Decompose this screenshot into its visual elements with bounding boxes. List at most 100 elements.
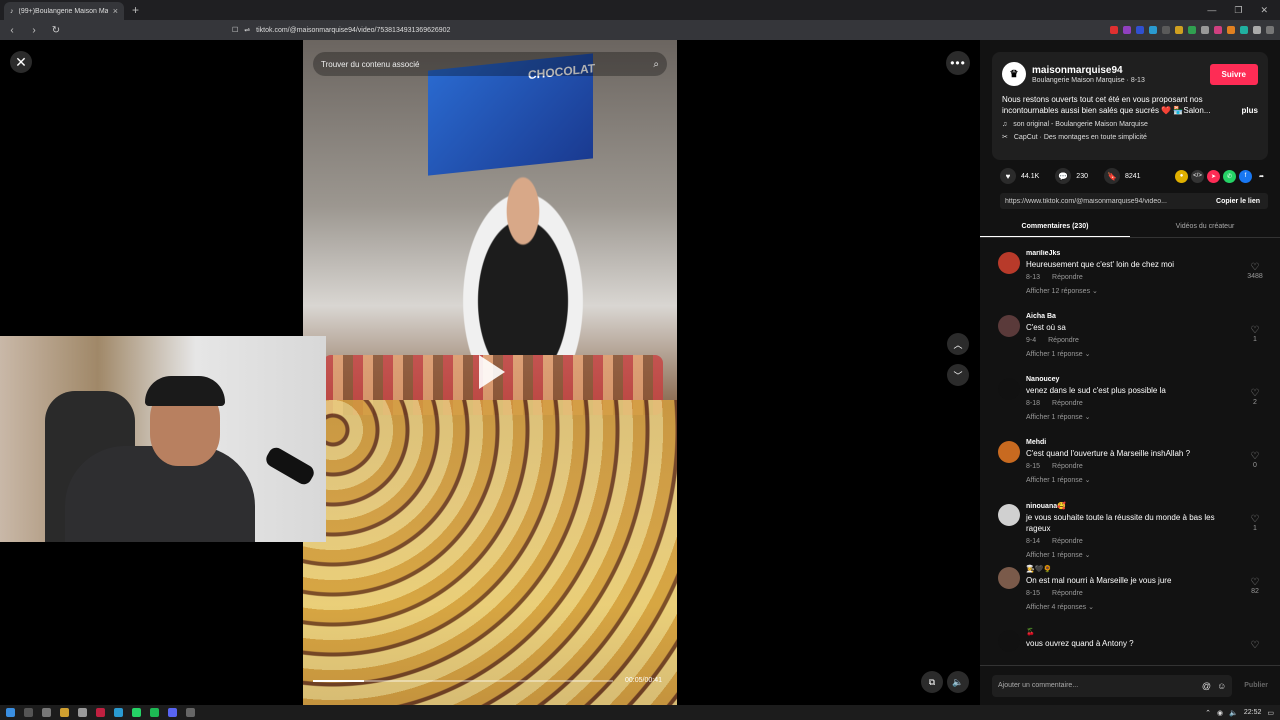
tab-close-icon[interactable]: × <box>113 6 118 16</box>
emoji-icon[interactable]: ☺ <box>1217 681 1226 691</box>
commenter-username[interactable]: Nanoucey <box>1026 376 1272 383</box>
search-icon[interactable] <box>24 708 33 717</box>
extension-icon[interactable] <box>1162 26 1170 34</box>
coin-icon[interactable]: ● <box>1175 169 1188 183</box>
reply-button[interactable]: Répondre <box>1048 337 1079 344</box>
extension-icon[interactable] <box>1149 26 1157 34</box>
show-replies-button[interactable]: Afficher 4 réponses ⌄ <box>1026 603 1272 611</box>
commenter-username[interactable]: 👩‍🍳🖤🌻 <box>1026 565 1272 573</box>
commenter-avatar[interactable] <box>998 504 1020 526</box>
reload-icon[interactable]: ↻ <box>50 25 62 36</box>
comment-like[interactable]: ♡ 1 <box>1242 325 1268 343</box>
commenter-username[interactable]: marilieJks <box>1026 250 1272 257</box>
capcut-row[interactable]: ✂ CapCut · Des montages en toute simplic… <box>1002 133 1258 142</box>
show-replies-button[interactable]: Afficher 1 réponse ⌄ <box>1026 350 1272 358</box>
close-video-button[interactable]: ✕ <box>10 51 32 73</box>
mention-icon[interactable]: @ <box>1202 681 1211 691</box>
close-window-button[interactable]: ✕ <box>1260 5 1268 16</box>
bookmark-icon[interactable]: ☐ <box>232 26 238 34</box>
pip-button[interactable]: ⧉ <box>921 671 943 693</box>
comment-like[interactable]: ♡ 0 <box>1242 451 1268 469</box>
forward-icon[interactable]: › <box>28 25 40 36</box>
reply-button[interactable]: Répondre <box>1052 274 1083 281</box>
app-icon[interactable] <box>114 708 123 717</box>
comment-stat[interactable]: 💬 230 <box>1055 168 1088 184</box>
heart-outline-icon[interactable]: ♡ <box>1242 451 1268 462</box>
browser-tab[interactable]: ♪ (99+)Boulangerie Maison Marq... × <box>4 2 124 20</box>
save-stat[interactable]: 🔖 8241 <box>1103 168 1141 184</box>
related-search-input[interactable]: Trouver du contenu associé ⌕ <box>313 52 667 76</box>
heart-outline-icon[interactable]: ♡ <box>1242 577 1268 588</box>
commenter-username[interactable]: ninouana🥰 <box>1026 502 1272 510</box>
show-replies-button[interactable]: Afficher 1 réponse ⌄ <box>1026 413 1272 421</box>
notification-icon[interactable]: ▭ <box>1267 709 1274 717</box>
heart-outline-icon[interactable]: ♡ <box>1242 388 1268 399</box>
video-progress-bar[interactable] <box>313 680 613 682</box>
reply-button[interactable]: Répondre <box>1052 538 1083 545</box>
commenter-username[interactable]: Aicha Ba <box>1026 313 1272 320</box>
extension-icon[interactable] <box>1253 26 1261 34</box>
commenter-avatar[interactable] <box>998 567 1020 589</box>
commenter-avatar[interactable] <box>998 630 1020 652</box>
search-icon[interactable]: ⌕ <box>653 59 659 70</box>
wifi-icon[interactable]: ◉ <box>1217 709 1223 717</box>
music-row[interactable]: ♫ son original - Boulangerie Maison Marq… <box>1002 121 1258 128</box>
file-explorer-icon[interactable] <box>60 708 69 717</box>
copy-link-button[interactable]: Copier le lien <box>1208 198 1268 205</box>
back-icon[interactable]: ‹ <box>6 25 18 36</box>
reply-button[interactable]: Répondre <box>1052 463 1083 470</box>
extension-icon[interactable] <box>1201 26 1209 34</box>
publish-button[interactable]: Publier <box>1244 682 1268 689</box>
whatsapp-icon[interactable]: ✆ <box>1223 169 1236 183</box>
commenter-username[interactable]: Mehdi <box>1026 439 1272 446</box>
next-video-button[interactable]: ﹀ <box>947 364 969 386</box>
reply-button[interactable]: Répondre <box>1052 590 1083 597</box>
url-field[interactable]: ☐ ⇌ tiktok.com/@maisonmarquise94/video/7… <box>232 23 872 37</box>
obs-icon[interactable] <box>186 708 195 717</box>
maximize-button[interactable]: ❐ <box>1234 5 1242 16</box>
extension-icon[interactable] <box>1214 26 1222 34</box>
more-options-button[interactable]: ••• <box>946 51 970 75</box>
commenter-avatar[interactable] <box>998 315 1020 337</box>
comment-like[interactable]: ♡ 3488 <box>1242 262 1268 280</box>
speaker-icon[interactable]: 🔈 <box>1229 709 1238 717</box>
reply-button[interactable]: Répondre <box>1052 400 1083 407</box>
play-icon[interactable] <box>479 355 505 389</box>
commenter-avatar[interactable] <box>998 441 1020 463</box>
profile-icon[interactable] <box>1266 26 1274 34</box>
show-replies-button[interactable]: Afficher 1 réponse ⌄ <box>1026 551 1272 559</box>
commenter-avatar[interactable] <box>998 252 1020 274</box>
comment-field[interactable]: Ajouter un commentaire... @ ☺ <box>992 674 1233 697</box>
follow-button[interactable]: Suivre <box>1209 63 1258 85</box>
whatsapp-icon[interactable] <box>132 708 141 717</box>
spotify-icon[interactable] <box>150 708 159 717</box>
volume-icon[interactable]: 🔈 <box>947 671 969 693</box>
discord-icon[interactable] <box>168 708 177 717</box>
heart-outline-icon[interactable]: ♡ <box>1242 325 1268 336</box>
extension-icon[interactable] <box>1227 26 1235 34</box>
video-player[interactable]: CHOCOLAT Trouver du contenu associé ⌕ 00… <box>303 40 677 705</box>
extension-icon[interactable] <box>1240 26 1248 34</box>
minimize-button[interactable]: — <box>1207 5 1216 16</box>
embed-icon[interactable]: </> <box>1191 169 1204 183</box>
browser-icon[interactable] <box>96 708 105 717</box>
comment-like[interactable]: ♡ <box>1242 640 1268 651</box>
clock[interactable]: 22:52 <box>1244 709 1262 716</box>
facebook-icon[interactable]: f <box>1239 169 1252 183</box>
extension-icon[interactable] <box>1123 26 1131 34</box>
commenter-username[interactable]: 🍒 <box>1026 628 1272 636</box>
app-icon[interactable] <box>78 708 87 717</box>
comment-like[interactable]: ♡ 82 <box>1242 577 1268 595</box>
comment-like[interactable]: ♡ 1 <box>1242 514 1268 532</box>
extension-icon[interactable] <box>1175 26 1183 34</box>
like-stat[interactable]: ♥ 44.1K <box>1000 168 1039 184</box>
heart-outline-icon[interactable]: ♡ <box>1242 514 1268 525</box>
send-icon[interactable]: ➤ <box>1207 169 1220 183</box>
more-link[interactable]: plus <box>1242 105 1258 116</box>
show-replies-button[interactable]: Afficher 12 réponses ⌄ <box>1026 287 1272 295</box>
extension-icon[interactable] <box>1188 26 1196 34</box>
comment-like[interactable]: ♡ 2 <box>1242 388 1268 406</box>
extension-icon[interactable] <box>1136 26 1144 34</box>
new-tab-button[interactable]: + <box>132 3 139 17</box>
share-link-text[interactable]: https://www.tiktok.com/@maisonmarquise94… <box>1000 198 1208 205</box>
